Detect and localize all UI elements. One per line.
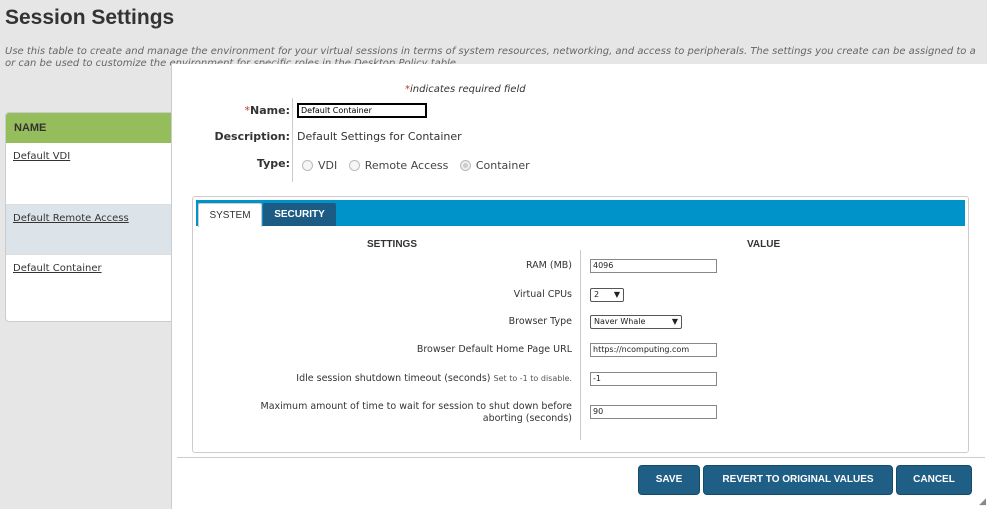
browser-type-label: Browser Type (508, 316, 572, 327)
max-wait-input[interactable]: 90 (590, 405, 717, 419)
virtual-cpus-value: 2 (594, 290, 600, 299)
value-column-header: VALUE (747, 239, 781, 250)
settings-column-header: SETTINGS (367, 239, 418, 250)
list-item: Default VDI (6, 143, 186, 205)
type-option-label: VDI (318, 158, 338, 172)
resize-grip-icon[interactable]: ◢ (979, 497, 986, 507)
ram-input[interactable]: 4096 (590, 259, 717, 273)
cancel-button[interactable]: CANCEL (896, 465, 972, 495)
radio-container[interactable] (459, 160, 471, 171)
list-item: Default Remote Access (6, 205, 186, 255)
idle-timeout-label-text: Idle session shutdown timeout (seconds) (296, 373, 491, 384)
form-divider (292, 98, 293, 182)
type-option-container[interactable]: Container (459, 158, 530, 172)
type-radio-group: VDI Remote Access Container (302, 158, 538, 172)
type-label: Type: (256, 157, 290, 170)
radio-remote-access[interactable] (348, 160, 360, 171)
session-link-default-remote-access[interactable]: Default Remote Access (13, 213, 129, 224)
settings-tab-panel: SYSTEM SECURITY SETTINGS VALUE RAM (MB) … (192, 196, 969, 453)
list-item: Default Container (6, 255, 186, 321)
idle-timeout-input[interactable]: -1 (590, 372, 717, 386)
type-option-vdi[interactable]: VDI (302, 159, 337, 172)
type-option-label: Remote Access (364, 158, 449, 172)
home-page-input[interactable]: https://ncomputing.com (590, 343, 717, 357)
virtual-cpus-select[interactable]: 2 ▼ (590, 288, 624, 302)
tab-system[interactable]: SYSTEM (198, 203, 262, 227)
browser-type-select[interactable]: Naver Whale ▼ (590, 315, 682, 329)
name-input[interactable]: Default Container (297, 103, 427, 118)
required-note-text: indicates required field (410, 84, 526, 95)
settings-divider (580, 250, 581, 440)
list-header-name: NAME (6, 113, 186, 143)
name-label: *Name: (175, 104, 290, 117)
session-link-default-container[interactable]: Default Container (13, 263, 102, 274)
max-wait-label: Maximum amount of time to wait for sessi… (260, 401, 572, 424)
name-label-text: Name: (250, 104, 290, 117)
session-list: NAME Default VDI Default Remote Access D… (5, 112, 187, 322)
idle-timeout-label: Idle session shutdown timeout (seconds) … (212, 373, 572, 385)
browser-type-value: Naver Whale (594, 317, 646, 326)
revert-button[interactable]: REVERT TO ORIGINAL VALUES (703, 465, 893, 495)
radio-vdi[interactable] (302, 160, 313, 171)
ram-label: RAM (MB) (525, 260, 572, 271)
page-title: Session Settings (5, 6, 175, 29)
required-field-note: *indicates required field (405, 84, 526, 95)
description-value: Default Settings for Container (297, 130, 462, 143)
session-link-default-vdi[interactable]: Default VDI (13, 151, 70, 162)
type-option-remote-access[interactable]: Remote Access (348, 158, 449, 172)
tab-security[interactable]: SECURITY (263, 203, 336, 226)
tab-bar: SYSTEM SECURITY (196, 200, 965, 227)
type-option-label: Container (475, 158, 530, 172)
idle-timeout-hint: Set to -1 to disable. (493, 374, 572, 383)
virtual-cpus-label: Virtual CPUs (513, 289, 572, 300)
home-page-label: Browser Default Home Page URL (416, 344, 572, 355)
save-button[interactable]: SAVE (638, 465, 700, 495)
footer-divider (177, 457, 985, 458)
session-settings-dialog: *indicates required field *Name: Descrip… (171, 64, 987, 509)
chevron-down-icon: ▼ (671, 317, 678, 326)
chevron-down-icon: ▼ (613, 290, 620, 299)
description-label: Description: (214, 130, 290, 143)
